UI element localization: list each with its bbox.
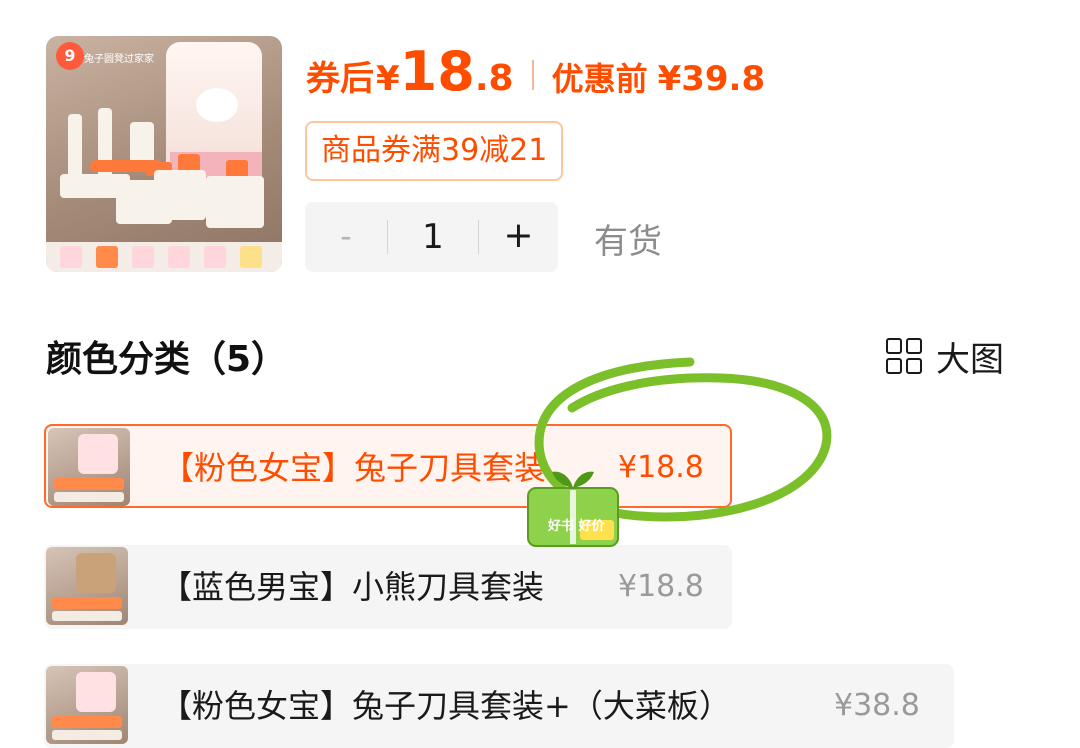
after-coupon-price-integer: 18	[399, 40, 475, 103]
count-badge: 9	[56, 42, 84, 70]
variant-option-blue-bear[interactable]: 【蓝色男宝】小熊刀具套装 ¥18.8	[44, 545, 732, 629]
variant-thumbnail	[46, 666, 128, 744]
product-thumbnail[interactable]: 9 兔子圆凳过家家	[46, 36, 282, 272]
bunny-face-graphic	[196, 88, 238, 122]
large-view-button[interactable]: 大图	[886, 334, 1004, 380]
grid-icon	[886, 338, 922, 374]
knife-blade-3	[206, 176, 264, 228]
variant-name: 【粉色女宝】兔子刀具套装	[162, 449, 547, 487]
variant-thumbnail	[46, 547, 128, 625]
after-coupon-price-decimal: .8	[474, 58, 514, 99]
section-title: 颜色分类（5）	[46, 339, 288, 380]
knife-blade-2	[154, 170, 206, 220]
coupon-tag[interactable]: 商品券满39减21	[305, 121, 564, 181]
large-view-label: 大图	[936, 339, 1004, 380]
increment-button[interactable]: +	[479, 202, 558, 272]
variant-name: 【蓝色男宝】小熊刀具套装	[160, 568, 545, 606]
currency-symbol: ¥	[376, 59, 400, 99]
variant-name: 【粉色女宝】兔子刀具套装+（大菜板）	[160, 687, 731, 725]
before-discount-label: 优惠前	[551, 60, 648, 98]
variant-thumbnail	[48, 428, 130, 506]
quantity-value[interactable]: 1	[388, 202, 478, 272]
price-divider	[531, 60, 534, 90]
strip-item	[204, 246, 226, 268]
variant-price: ¥38.8	[834, 688, 920, 723]
thumbnail-caption: 兔子圆凳过家家	[84, 54, 154, 65]
variant-price: ¥18.8	[618, 450, 704, 485]
price-line: 券后 ¥ 18 .8 优惠前 ¥39.8	[306, 40, 765, 110]
strip-item	[60, 246, 82, 268]
after-coupon-label: 券后	[306, 59, 374, 99]
variant-option-pink-bunny-board[interactable]: 【粉色女宝】兔子刀具套装+（大菜板） ¥38.8	[44, 664, 954, 748]
variant-price: ¥18.8	[618, 569, 704, 604]
before-discount-price: ¥39.8	[657, 59, 766, 99]
strip-item	[132, 246, 154, 268]
svg-text:好书 好价: 好书 好价	[547, 518, 606, 534]
strip-item	[96, 246, 118, 268]
strip-item	[240, 246, 262, 268]
decrement-button[interactable]: -	[305, 202, 387, 272]
variant-option-pink-bunny[interactable]: 【粉色女宝】兔子刀具套装 ¥18.8	[44, 424, 732, 508]
quantity-stepper: - 1 +	[305, 202, 558, 272]
strip-item	[168, 246, 190, 268]
stock-status: 有货	[594, 222, 662, 262]
